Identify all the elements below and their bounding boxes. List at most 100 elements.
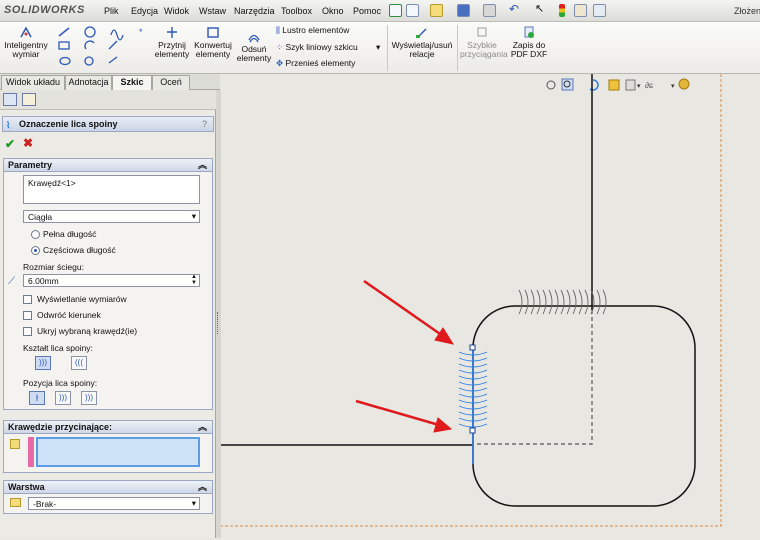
solidworks-logo: SOLIDWORKS bbox=[4, 4, 85, 16]
print-icon[interactable] bbox=[483, 4, 496, 17]
show-dimensions-checkbox[interactable] bbox=[23, 295, 32, 304]
mirror-entities-button[interactable]: ⫼ Lustro elementów bbox=[276, 26, 349, 35]
svg-text:*: * bbox=[139, 27, 143, 37]
chevron-down-icon: ▾ bbox=[191, 211, 196, 221]
dropdown-icon[interactable]: ▾ bbox=[671, 83, 675, 90]
display-relations-button[interactable]: Wyświetlaj/usuń relacje bbox=[390, 26, 454, 59]
menu-wstaw[interactable]: Wstaw bbox=[199, 6, 226, 16]
menu-widok[interactable]: Widok bbox=[164, 6, 189, 16]
convert-entities-button[interactable]: Konwertuj elementy bbox=[192, 26, 234, 59]
rotate-view-icon[interactable] bbox=[589, 79, 599, 91]
save-pdf-dxf-button[interactable]: Zapis do PDF DXF bbox=[508, 26, 550, 59]
command-tabs: Widok układu Adnotacja Szkic Oceń bbox=[0, 74, 220, 91]
chevron-down-icon: ▾ bbox=[191, 498, 196, 508]
file-properties-icon[interactable] bbox=[574, 4, 587, 17]
options-icon[interactable] bbox=[593, 4, 606, 17]
manager-tabs bbox=[0, 90, 216, 110]
position-left-button[interactable]: ))) bbox=[55, 391, 71, 405]
drawing-canvas[interactable]: ▾ ∂ɕ ▾ bbox=[221, 74, 760, 538]
feature-tree-icon[interactable] bbox=[3, 93, 17, 106]
rebuild-icon[interactable] bbox=[559, 4, 565, 17]
hide-edge-checkbox[interactable] bbox=[23, 327, 32, 336]
tab-szkic[interactable]: Szkic bbox=[112, 75, 152, 91]
menu-bar: SOLIDWORKS Plik Edycja Widok Wstaw Narzę… bbox=[0, 0, 760, 22]
zoom-fit-icon[interactable] bbox=[546, 80, 556, 90]
layer-header[interactable]: Warstwa ︽ bbox=[4, 481, 212, 494]
collapse-icon[interactable]: ︽ bbox=[198, 421, 207, 433]
undo-icon[interactable]: ↶ bbox=[509, 3, 522, 17]
sketch-tools-icons: * bbox=[58, 26, 143, 66]
menu-plik[interactable]: Plik bbox=[104, 6, 119, 16]
menu-pomoc[interactable]: Pomoc bbox=[353, 6, 381, 16]
menu-okno[interactable]: Okno bbox=[322, 6, 344, 16]
pattern-dropdown[interactable]: ▾ bbox=[376, 43, 380, 52]
parameters-header[interactable]: Parametry ︽ bbox=[4, 159, 212, 172]
cancel-button[interactable]: ✖ bbox=[23, 136, 33, 150]
display-style-icon[interactable] bbox=[608, 79, 620, 91]
window-title: Złożen bbox=[734, 6, 760, 16]
quick-snaps-button[interactable]: Szybkie przyciągania bbox=[460, 26, 508, 59]
linear-pattern-button[interactable]: ⁘ Szyk liniowy szkicu bbox=[276, 43, 358, 52]
sketch-entities-grid: * bbox=[57, 25, 149, 73]
property-manager-icon[interactable] bbox=[22, 93, 36, 106]
weld-start-handle[interactable] bbox=[469, 344, 476, 351]
view-settings-icon[interactable]: ∂ɕ bbox=[645, 81, 653, 90]
layer-select[interactable]: -Brak- ▾ bbox=[28, 497, 200, 510]
hidden-edge-dashed bbox=[475, 310, 593, 445]
rounded-profile[interactable] bbox=[472, 305, 696, 507]
position-center-button[interactable]: ⫲ bbox=[29, 391, 45, 405]
weld-bead-top[interactable] bbox=[518, 289, 607, 315]
menu-narzedzia[interactable]: Narzędzia bbox=[234, 6, 275, 16]
trim-edges-selection-box[interactable] bbox=[36, 437, 200, 467]
save-icon[interactable] bbox=[457, 4, 470, 17]
drawing-svg[interactable]: ▾ ∂ɕ ▾ bbox=[221, 74, 760, 538]
select-cursor-icon[interactable]: ↖ bbox=[535, 4, 548, 17]
trim-edges-header[interactable]: Krawędzie przycinające: ︽ bbox=[4, 421, 212, 434]
shape-concave-button[interactable]: ((( bbox=[71, 356, 87, 370]
edge-selection-box[interactable]: Krawędź<1> bbox=[23, 175, 200, 204]
ok-button[interactable]: ✔ bbox=[5, 137, 15, 151]
partial-length-radio[interactable] bbox=[31, 246, 40, 255]
sheet-border bbox=[221, 74, 722, 527]
full-length-radio[interactable] bbox=[31, 230, 40, 239]
menu-edycja[interactable]: Edycja bbox=[131, 6, 158, 16]
shape-convex-button[interactable]: ))) bbox=[35, 356, 51, 370]
menu-toolbox[interactable]: Toolbox bbox=[281, 6, 312, 16]
splitter-handle[interactable] bbox=[217, 312, 220, 334]
smart-dimension-button[interactable]: Inteligentny wymiar bbox=[3, 26, 49, 59]
pin-icon[interactable] bbox=[389, 4, 402, 17]
spin-arrows-icon[interactable]: ▲ ▼ bbox=[191, 274, 197, 286]
offset-entities-button[interactable]: Odsuń elementy bbox=[236, 30, 272, 63]
tab-widok-ukladu[interactable]: Widok układu bbox=[1, 75, 65, 90]
view-toolbar[interactable]: ▾ ∂ɕ ▾ bbox=[546, 78, 690, 91]
appearance-icon[interactable] bbox=[678, 78, 690, 90]
collapse-icon[interactable]: ︽ bbox=[198, 481, 207, 493]
tab-ocen[interactable]: Oceń bbox=[152, 75, 190, 90]
offset-icon bbox=[248, 34, 260, 43]
quick-snaps-icon bbox=[477, 27, 487, 37]
hide-show-icon[interactable] bbox=[625, 79, 636, 91]
weld-type-select[interactable]: Ciągła ▾ bbox=[23, 210, 200, 223]
trim-entities-button[interactable]: Przytnij elementy bbox=[153, 26, 191, 59]
dropdown-icon[interactable]: ▾ bbox=[637, 83, 641, 90]
layer-group: Warstwa ︽ -Brak- ▾ bbox=[3, 480, 213, 514]
hide-edge-label: Ukryj wybraną krawędź(ie) bbox=[37, 326, 138, 336]
help-icon[interactable]: ? bbox=[202, 117, 207, 131]
open-folder-icon[interactable] bbox=[430, 4, 443, 17]
position-right-button[interactable]: ))) bbox=[81, 391, 97, 405]
ribbon-separator bbox=[457, 25, 458, 71]
collapse-icon[interactable]: ︽ bbox=[198, 159, 207, 171]
stitch-size-input[interactable]: 6.00mm ▲ ▼ bbox=[23, 274, 200, 287]
new-document-icon[interactable] bbox=[406, 4, 419, 17]
tab-adnotacja[interactable]: Adnotacja bbox=[65, 75, 112, 90]
command-manager: Inteligentny wymiar * Przytnij elementy … bbox=[0, 22, 760, 74]
pdf-dxf-icon bbox=[524, 26, 534, 38]
reverse-direction-label: Odwróć kierunek bbox=[37, 310, 101, 320]
dimension-icon: ⟋ bbox=[8, 276, 15, 287]
reverse-direction-checkbox[interactable] bbox=[23, 311, 32, 320]
red-arrows bbox=[355, 279, 455, 433]
weld-end-handle[interactable] bbox=[469, 427, 476, 434]
property-manager: Oznaczenie lica spoiny ⌇ ? ✔ ✖ Parametry… bbox=[0, 90, 216, 538]
smart-dimension-icon bbox=[20, 26, 32, 38]
move-entities-button[interactable]: ✥ Przenieś elementy bbox=[276, 59, 355, 68]
